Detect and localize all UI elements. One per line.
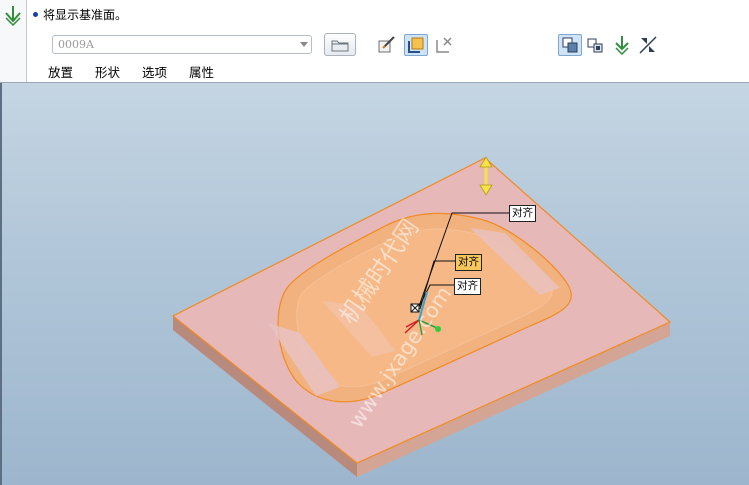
folder-icon bbox=[331, 40, 349, 51]
message-bullet-icon bbox=[33, 11, 38, 17]
surface-button[interactable] bbox=[583, 34, 607, 56]
reference-dropdown-value: 0009A bbox=[58, 38, 94, 51]
flip-direction-button[interactable] bbox=[610, 34, 634, 56]
tab-placement[interactable]: 放置 bbox=[48, 62, 73, 81]
solid-button[interactable] bbox=[558, 34, 582, 56]
reference-dropdown[interactable]: 0009A bbox=[52, 35, 312, 54]
remove-material-icon bbox=[639, 36, 657, 54]
message-row: 将显示基准面。 bbox=[33, 6, 127, 22]
graphics-viewport[interactable]: 对齐 对齐 对齐 机械时代网 www.jxage.com bbox=[0, 83, 749, 485]
sketch-button[interactable] bbox=[375, 34, 399, 56]
dashboard-side-strip bbox=[0, 0, 27, 82]
folder-button[interactable] bbox=[324, 33, 356, 56]
solid-icon bbox=[562, 37, 578, 53]
message-text: 将显示基准面。 bbox=[43, 7, 128, 22]
flip-direction-icon bbox=[615, 36, 629, 55]
tab-shape[interactable]: 形状 bbox=[95, 62, 120, 81]
extrude-feature-icon[interactable] bbox=[3, 4, 23, 26]
callout-align-2[interactable]: 对齐 bbox=[455, 254, 482, 271]
plane-reference-button[interactable] bbox=[404, 34, 428, 56]
callout-align-1[interactable]: 对齐 bbox=[509, 205, 536, 222]
remove-reference-icon bbox=[436, 37, 452, 53]
remove-reference-button[interactable] bbox=[432, 34, 456, 56]
remove-material-button[interactable] bbox=[636, 34, 660, 56]
callout-align-3[interactable]: 对齐 bbox=[454, 278, 481, 295]
chevron-down-icon[interactable] bbox=[300, 42, 308, 47]
tab-options[interactable]: 选项 bbox=[142, 62, 167, 81]
surface-icon bbox=[587, 38, 603, 53]
plane-reference-icon bbox=[408, 37, 424, 53]
tab-properties[interactable]: 属性 bbox=[189, 62, 214, 81]
sketch-icon bbox=[378, 36, 395, 53]
feature-dashboard: 将显示基准面。 0009A 放置 形状 选项 属性 bbox=[0, 0, 749, 83]
